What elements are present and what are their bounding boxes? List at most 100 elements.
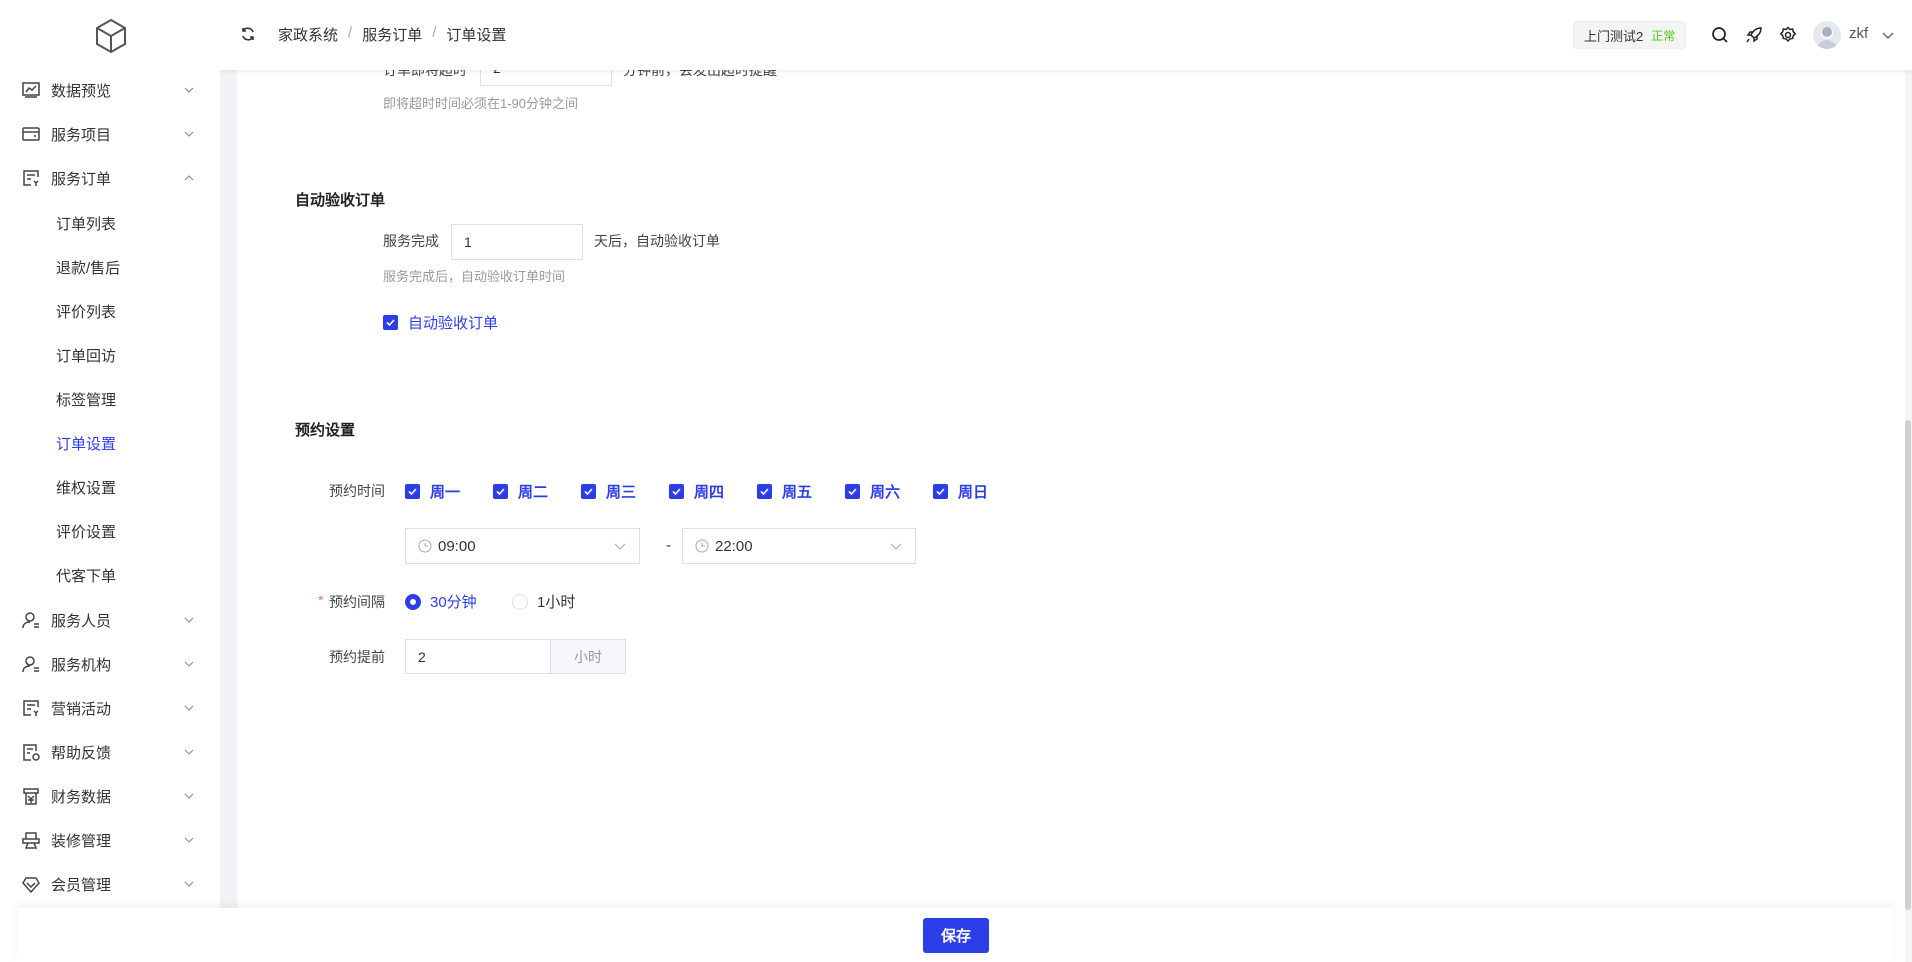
rocket-icon[interactable] bbox=[1745, 26, 1763, 44]
auto-accept-checkbox[interactable]: 自动验收订单 bbox=[383, 312, 498, 333]
chevron-down-icon[interactable] bbox=[1881, 28, 1895, 42]
checkbox-checked-icon bbox=[405, 484, 420, 499]
checkbox-label: 周六 bbox=[870, 484, 901, 501]
sidebar-item-label: 服务项目 bbox=[51, 126, 112, 144]
sidebar-item-marketing[interactable]: 营销活动 bbox=[0, 686, 220, 730]
checkbox-checked-icon bbox=[493, 484, 508, 499]
breadcrumb-item[interactable]: 服务订单 bbox=[362, 24, 422, 45]
sidebar-item-label: 帮助反馈 bbox=[51, 744, 112, 762]
wallet-icon bbox=[22, 127, 40, 141]
clock-icon bbox=[695, 539, 709, 553]
marketing-icon bbox=[23, 700, 39, 716]
booking-advance-label: 预约提前 bbox=[329, 649, 385, 665]
sidebar-item-service-orders[interactable]: 服务订单 bbox=[0, 156, 220, 200]
weekday-checkbox-fri[interactable]: 周五 bbox=[757, 481, 845, 502]
user-list-icon bbox=[22, 612, 39, 629]
chevron-down-icon bbox=[614, 543, 626, 550]
finance-icon bbox=[23, 788, 39, 805]
sidebar: 数据预览 服务项目 服务订单 订单列表 退款/售后 评价列表 订单回访 标签管理… bbox=[0, 0, 220, 962]
order-icon bbox=[23, 170, 39, 186]
sidebar-item-label: 服务机构 bbox=[51, 656, 112, 674]
radio-checked-icon bbox=[405, 593, 421, 610]
sidebar-item-label: 会员管理 bbox=[51, 876, 112, 894]
weekday-checkbox-tue[interactable]: 周二 bbox=[493, 481, 581, 502]
time-range-separator: - bbox=[666, 537, 671, 554]
checkbox-label: 周五 bbox=[782, 484, 813, 501]
auto-accept-days-input[interactable]: 1 bbox=[451, 224, 583, 260]
sidebar-item-label: 装修管理 bbox=[51, 832, 112, 850]
interval-radio-30min[interactable]: 30分钟 bbox=[405, 591, 477, 612]
weekday-checkbox-mon[interactable]: 周一 bbox=[405, 481, 493, 502]
sidebar-subitem-refund[interactable]: 退款/售后 bbox=[56, 257, 120, 278]
refresh-icon[interactable] bbox=[240, 26, 256, 42]
checkbox-label: 周日 bbox=[958, 484, 989, 501]
checkbox-checked-icon bbox=[581, 484, 596, 499]
breadcrumb-item[interactable]: 家政系统 bbox=[278, 24, 338, 45]
cube-logo-icon bbox=[96, 18, 126, 54]
end-time-picker[interactable]: 22:00 bbox=[682, 528, 916, 564]
chevron-down-icon bbox=[184, 793, 194, 799]
checkbox-checked-icon bbox=[933, 484, 948, 499]
checkbox-label: 自动验收订单 bbox=[408, 315, 499, 332]
chevron-down-icon bbox=[890, 543, 902, 550]
weekday-checkbox-sun[interactable]: 周日 bbox=[933, 481, 1021, 502]
timeout-hint: 即将超时时间必须在1-90分钟之间 bbox=[383, 96, 579, 111]
sidebar-subitem-order-list[interactable]: 订单列表 bbox=[56, 213, 116, 234]
tenant-status: 正常 bbox=[1651, 28, 1676, 43]
weekday-checkbox-thu[interactable]: 周四 bbox=[669, 481, 757, 502]
tenant-badge[interactable]: 上门测试2 正常 bbox=[1573, 21, 1687, 49]
checkbox-checked-icon bbox=[383, 315, 398, 330]
chevron-down-icon bbox=[184, 661, 194, 667]
booking-interval-label: 预约间隔 bbox=[329, 594, 385, 610]
username[interactable]: zkf bbox=[1849, 25, 1868, 42]
auto-accept-value: 1 bbox=[464, 234, 472, 250]
chevron-up-icon bbox=[184, 175, 194, 181]
interval-radio-1hour[interactable]: 1小时 bbox=[512, 591, 575, 612]
sidebar-item-data-overview[interactable]: 数据预览 bbox=[0, 68, 220, 112]
sidebar-subitem-order-revisit[interactable]: 订单回访 bbox=[56, 345, 116, 366]
sidebar-item-service-staff[interactable]: 服务人员 bbox=[0, 598, 220, 642]
sidebar-item-service-items[interactable]: 服务项目 bbox=[0, 112, 220, 156]
weekday-checkbox-wed[interactable]: 周三 bbox=[581, 481, 669, 502]
breadcrumb-separator: / bbox=[432, 24, 437, 41]
search-icon[interactable] bbox=[1711, 26, 1729, 44]
gear-icon[interactable] bbox=[1779, 26, 1797, 44]
decoration-icon bbox=[22, 832, 40, 849]
top-header: 家政系统 / 服务订单 / 订单设置 上门测试2 正常 zkf bbox=[214, 0, 1912, 70]
sidebar-subitem-tag-management[interactable]: 标签管理 bbox=[56, 389, 116, 410]
radio-label: 30分钟 bbox=[430, 594, 477, 611]
checkbox-label: 周四 bbox=[694, 484, 725, 501]
sidebar-subitem-rights-settings[interactable]: 维权设置 bbox=[56, 477, 116, 498]
advance-hours-input[interactable]: 2 bbox=[405, 639, 551, 674]
radio-unchecked-icon bbox=[512, 593, 528, 610]
sidebar-item-service-org[interactable]: 服务机构 bbox=[0, 642, 220, 686]
sidebar-item-label: 财务数据 bbox=[51, 788, 112, 806]
required-mark: * bbox=[318, 592, 324, 608]
sidebar-subitem-order-settings[interactable]: 订单设置 bbox=[56, 433, 116, 454]
chevron-down-icon bbox=[184, 881, 194, 887]
start-time-picker[interactable]: 09:00 bbox=[405, 528, 640, 564]
auto-accept-suffix: 天后，自动验收订单 bbox=[594, 233, 720, 249]
user-list-icon bbox=[22, 656, 39, 673]
sidebar-item-help-feedback[interactable]: 帮助反馈 bbox=[0, 730, 220, 774]
advance-input-group: 2 小时 bbox=[405, 639, 626, 674]
chart-monitor-icon bbox=[22, 82, 40, 98]
sidebar-item-decoration[interactable]: 装修管理 bbox=[0, 818, 220, 862]
save-button[interactable]: 保存 bbox=[923, 918, 989, 953]
scrollbar-thumb[interactable] bbox=[1905, 420, 1911, 910]
sidebar-item-member[interactable]: 会员管理 bbox=[0, 862, 220, 906]
checkbox-label: 周二 bbox=[518, 484, 549, 501]
sidebar-subitem-proxy-order[interactable]: 代客下单 bbox=[56, 565, 116, 586]
avatar[interactable] bbox=[1813, 21, 1841, 49]
feedback-icon bbox=[23, 744, 40, 761]
sidebar-item-label: 数据预览 bbox=[51, 82, 112, 100]
chevron-down-icon bbox=[184, 87, 194, 93]
chevron-down-icon bbox=[184, 705, 194, 711]
sidebar-subitem-review-settings[interactable]: 评价设置 bbox=[56, 521, 116, 542]
weekday-checkbox-sat[interactable]: 周六 bbox=[845, 481, 933, 502]
sidebar-item-finance[interactable]: 财务数据 bbox=[0, 774, 220, 818]
advance-value: 2 bbox=[418, 648, 426, 665]
sidebar-subitem-review-list[interactable]: 评价列表 bbox=[56, 301, 116, 322]
chevron-down-icon bbox=[184, 749, 194, 755]
chevron-down-icon bbox=[184, 131, 194, 137]
